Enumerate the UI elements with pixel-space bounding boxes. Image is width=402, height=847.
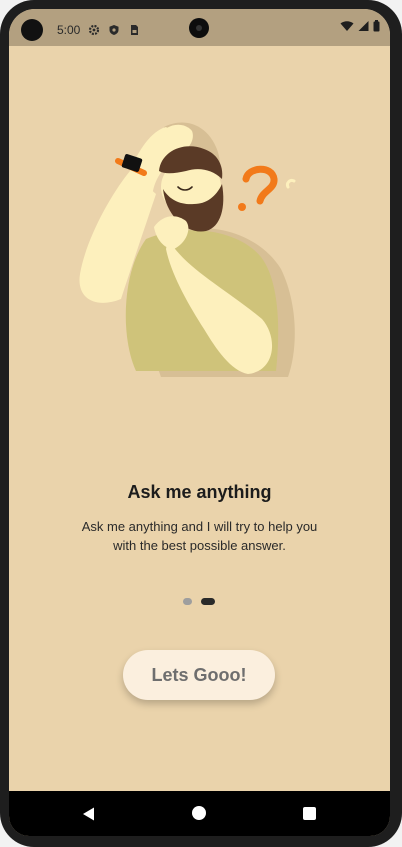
onboarding-title: Ask me anything [127, 482, 272, 502]
front-camera-icon [189, 18, 209, 38]
settings-icon [89, 24, 100, 36]
back-icon[interactable] [81, 806, 97, 822]
status-left: 5:00 [21, 19, 140, 41]
page-dot-2-active[interactable] [201, 598, 215, 605]
lets-go-button[interactable]: Lets Gooo! [123, 650, 275, 700]
camera-cutout-icon [21, 19, 43, 41]
thinking-man-illustration [79, 122, 296, 377]
navigation-bar [9, 791, 390, 836]
page-indicator [183, 598, 215, 605]
page-dot-1[interactable] [183, 598, 192, 605]
recents-icon[interactable] [303, 807, 316, 820]
onboarding-subtitle: Ask me anything and I will try to help y… [81, 519, 318, 553]
sim-card-icon [131, 25, 139, 35]
shield-icon [109, 25, 119, 35]
status-bar: 5:00 [9, 9, 390, 46]
device-frame: 5:00 Ask me anything Ask me anything and… [0, 0, 402, 847]
status-time: 5:00 [57, 23, 81, 37]
status-right [340, 20, 380, 32]
wifi-icon [340, 21, 354, 31]
signal-icon [358, 21, 369, 31]
home-icon[interactable] [192, 806, 206, 820]
app-screen: 5:00 Ask me anything Ask me anything and… [9, 9, 390, 836]
battery-icon [373, 20, 380, 32]
